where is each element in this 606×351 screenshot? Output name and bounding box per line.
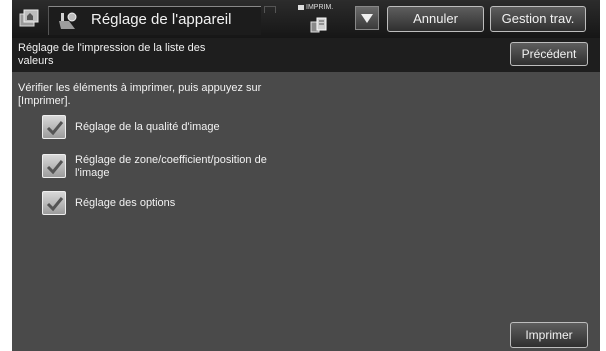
- dropdown-button[interactable]: [355, 6, 379, 30]
- job-label: IMPRIM.: [306, 4, 334, 11]
- back-button[interactable]: Précédent: [510, 42, 588, 66]
- settings-icon: [57, 11, 79, 31]
- chevron-down-icon: [361, 14, 373, 23]
- item-label: Réglage de la qualité d'image: [75, 121, 220, 133]
- item-label: Réglage de zone/coefficient/position de …: [75, 154, 267, 179]
- job-icon: [310, 16, 328, 34]
- app-title: Réglage de l'appareil: [91, 11, 232, 28]
- item-checkbox[interactable]: [42, 115, 66, 139]
- job-status-button[interactable]: Gestion trav.: [490, 6, 586, 32]
- page-title: Réglage de l'impression de la liste des …: [18, 42, 206, 67]
- job-indicator: IMPRIM.: [298, 4, 344, 34]
- item-checkbox[interactable]: [42, 191, 66, 215]
- check-icon: [46, 121, 64, 136]
- print-button[interactable]: Imprimer: [510, 322, 588, 348]
- screen: Réglage de l'appareil IMPRIM. Annuler Ge…: [12, 0, 600, 351]
- title-panel: Réglage de l'appareil: [48, 6, 261, 35]
- check-icon: [46, 197, 64, 212]
- item-label: Réglage des options: [75, 197, 176, 209]
- indicator-square-icon: [298, 4, 304, 10]
- instruction-text: Vérifier les éléments à imprimer, puis a…: [18, 82, 262, 107]
- home-icon[interactable]: [18, 8, 40, 30]
- top-bar: Réglage de l'appareil IMPRIM. Annuler Ge…: [12, 0, 600, 38]
- cancel-button[interactable]: Annuler: [387, 6, 484, 32]
- separator-marker: [264, 6, 276, 13]
- item-checkbox[interactable]: [42, 154, 66, 178]
- header-strip: Réglage de l'impression de la liste des …: [12, 38, 600, 72]
- check-icon: [46, 160, 64, 175]
